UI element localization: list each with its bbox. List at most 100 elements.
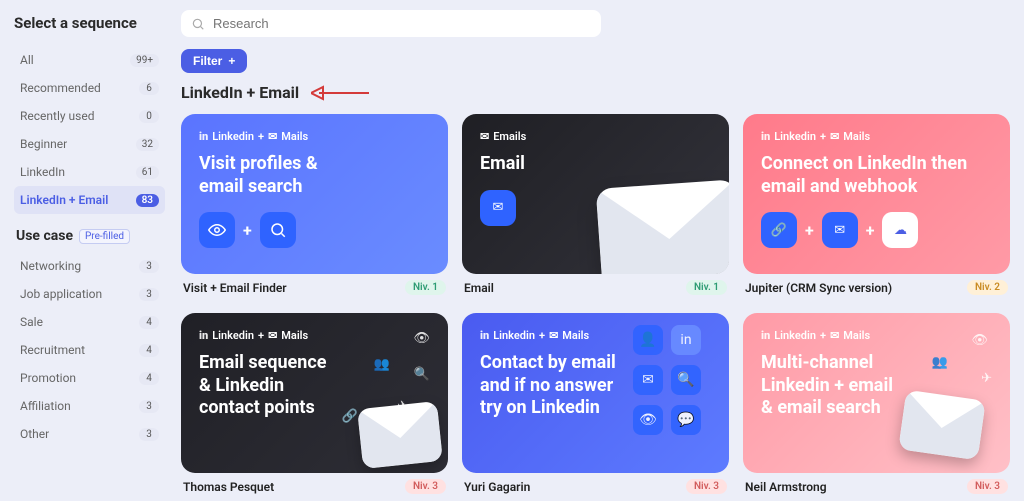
usecase-other[interactable]: Other 3 [14,420,165,448]
card-name: Jupiter (CRM Sync version) [745,281,892,295]
usecase-title: Use case [16,228,73,244]
user-add-icon: 👤 [633,325,663,355]
mail-icon: ✉ [268,130,277,143]
filter-label: All [20,53,34,67]
usecase-label: Affiliation [20,399,71,413]
tag-mails: Mails [843,329,870,342]
card-visit-email-finder[interactable]: in Linkedin + ✉ Mails Visit profiles & e… [181,114,448,299]
filter-beginner[interactable]: Beginner 32 [14,130,165,158]
plus-icon: + [228,54,235,68]
usecase-count: 3 [139,400,159,413]
filter-count: 6 [139,82,159,95]
card-title: Multi-channel Linkedin + email & email s… [761,352,900,420]
tag-plus: + [258,130,264,143]
filter-recently-used[interactable]: Recently used 0 [14,102,165,130]
search-input[interactable] [213,16,591,31]
section-heading: LinkedIn + Email [181,83,299,102]
filter-label: Beginner [20,137,67,151]
envelope-icon [898,390,986,461]
linkedin-in-icon: in [761,130,770,143]
mail-icon: ✉ [830,329,839,342]
card-tags: in Linkedin + ✉ Mails [199,130,430,143]
card-chip-row: + [199,212,430,248]
paper-plane-icon: ✈ [981,371,992,386]
linkedin-in-icon: in [199,329,208,342]
filter-label: Recommended [20,81,101,95]
usecase-count: 3 [139,288,159,301]
usecase-count: 3 [139,260,159,273]
annotation-arrow-icon [311,84,371,102]
filter-linkedin-email[interactable]: LinkedIn + Email 83 [14,186,165,214]
plus-icon: + [243,221,252,240]
chat-icon: 💬 [671,405,701,435]
card-name: Visit + Email Finder [183,281,287,295]
filter-label: LinkedIn [20,165,65,179]
card-footer: Jupiter (CRM Sync version) Niv. 2 [743,280,1010,299]
usecase-job-application[interactable]: Job application 3 [14,280,165,308]
card-body: ✉ Emails Email ✉ [462,114,729,274]
level-badge: Niv. 3 [967,479,1008,494]
filter-linkedin[interactable]: LinkedIn 61 [14,158,165,186]
envelope-icon [596,179,729,274]
card-tags: ✉ Emails [480,130,711,143]
usecase-header: Use case Pre-filled [16,228,165,244]
sidebar-title: Select a sequence [14,14,165,32]
card-tags: in Linkedin + ✉ Mails [761,329,992,342]
usecase-sale[interactable]: Sale 4 [14,308,165,336]
filter-all[interactable]: All 99+ [14,46,165,74]
tag-emails: Emails [493,130,526,143]
filter-label: LinkedIn + Email [20,193,108,207]
eye-icon [199,212,235,248]
card-footer: Email Niv. 1 [462,280,729,299]
mail-icon: ✉ [480,130,489,143]
usecase-count: 4 [139,316,159,329]
card-email[interactable]: ✉ Emails Email ✉ Email Niv. 1 [462,114,729,299]
tag-linkedin: Linkedin [212,130,254,143]
filter-count: 83 [136,194,159,207]
usecase-count: 4 [139,344,159,357]
card-title: Email [480,153,642,176]
filter-recommended[interactable]: Recommended 6 [14,74,165,102]
tag-mails: Mails [562,329,589,342]
usecase-label: Promotion [20,371,76,385]
tag-mails: Mails [843,130,870,143]
magnifier-icon: 🔍 [414,367,430,382]
users-icon: 👥 [932,355,948,370]
linkedin-in-icon: in [761,329,770,342]
level-badge: Niv. 3 [686,479,727,494]
mail-icon: ✉ [268,329,277,342]
eye-icon: 👁 [633,405,663,435]
usecase-recruitment[interactable]: Recruitment 4 [14,336,165,364]
card-thomas-pesquet[interactable]: in Linkedin + ✉ Mails Email sequence & L… [181,313,448,498]
magnifier-icon: 🔍 [671,365,701,395]
users-icon: 👥 [374,357,390,372]
tag-mails: Mails [281,329,308,342]
usecase-label: Other [20,427,49,441]
usecase-networking[interactable]: Networking 3 [14,252,165,280]
link-icon: 🔗 [342,409,358,424]
tag-linkedin: Linkedin [212,329,254,342]
filter-button[interactable]: Filter + [181,49,247,73]
usecase-promotion[interactable]: Promotion 4 [14,364,165,392]
decorative-icons: 👤 in ✉ 🔍 👁 💬 [613,319,723,467]
card-yuri-gagarin[interactable]: in Linkedin + ✉ Mails Contact by email a… [462,313,729,498]
usecase-affiliation[interactable]: Affiliation 3 [14,392,165,420]
tag-plus: + [258,329,264,342]
card-jupiter[interactable]: in Linkedin + ✉ Mails Connect on LinkedI… [743,114,1010,299]
card-neil-armstrong[interactable]: in Linkedin + ✉ Mails Multi-channel Link… [743,313,1010,498]
card-name: Yuri Gagarin [464,480,530,494]
card-tags: in Linkedin + ✉ Mails [761,130,992,143]
card-body: in Linkedin + ✉ Mails Contact by email a… [462,313,729,473]
linkedin-in-icon: in [671,325,701,355]
mail-chip-icon: ✉ [822,212,858,248]
tag-plus: + [820,130,826,143]
search-icon [191,17,205,31]
card-tags: in Linkedin + ✉ Mails [199,329,430,342]
filter-count: 61 [136,166,159,179]
tag-linkedin: Linkedin [774,329,816,342]
search-box[interactable] [181,10,601,37]
eye-icon: 👁 [413,331,430,346]
usecase-label: Sale [20,315,43,329]
envelope-icon [357,401,443,469]
magnifier-icon [260,212,296,248]
